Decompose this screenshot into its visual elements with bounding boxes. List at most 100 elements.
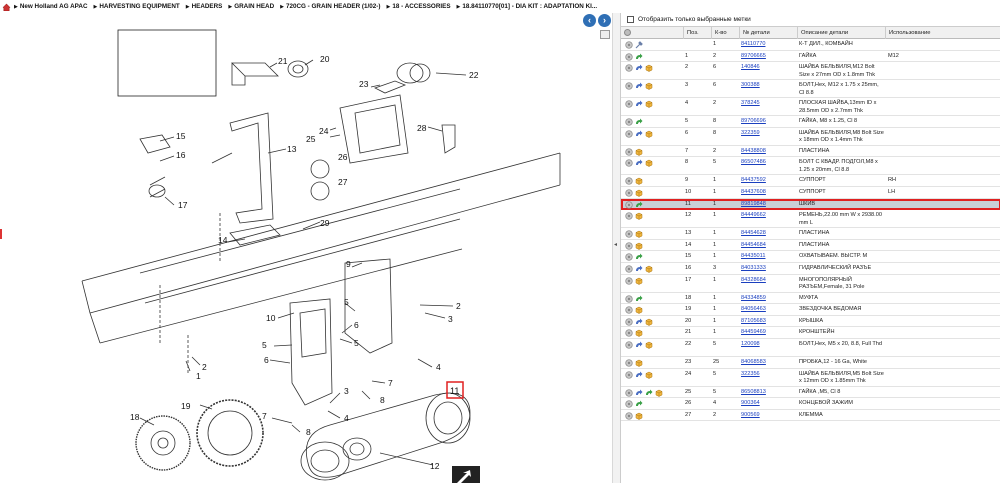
part-number-link[interactable]: 84454684 — [741, 242, 797, 250]
collapse-pane-icon[interactable]: ◂ — [614, 241, 619, 249]
part-number-link[interactable]: 86507486 — [741, 159, 797, 167]
info-icon[interactable] — [625, 400, 633, 408]
breadcrumb-item[interactable]: HARVESTING EQUIPMENT — [94, 3, 180, 10]
table-row[interactable]: 17 1 84328684 МНОГОПОЛЯРНЫЙ РАЗЪЕМ,Female, … — [621, 275, 1000, 293]
package-icon[interactable] — [645, 82, 653, 90]
col-use[interactable]: Использование — [885, 27, 1000, 39]
package-icon[interactable] — [645, 64, 653, 72]
table-row[interactable]: 25 5 86508813 ГАЙКА ,M5, Cl 8 — [621, 387, 1000, 399]
package-icon[interactable] — [635, 329, 643, 338]
info-icon[interactable] — [625, 318, 633, 326]
replace-arrow-icon[interactable] — [635, 118, 643, 126]
replace-arrow-icon[interactable] — [635, 201, 643, 209]
link-arrow-icon[interactable] — [635, 318, 643, 326]
parts-diagram-pane[interactable]: 21 20 23 22 13 24 25 28 26 27 29 14 15 16 17 9 10 2 … — [0, 13, 612, 485]
link-arrow-icon[interactable] — [635, 159, 643, 167]
info-icon[interactable] — [625, 388, 633, 397]
info-icon[interactable] — [625, 329, 633, 337]
replace-arrow-icon[interactable] — [635, 400, 643, 408]
breadcrumb-item[interactable]: HEADERS — [186, 3, 223, 10]
replace-arrow-icon[interactable] — [645, 389, 653, 397]
col-pos[interactable]: Поз. — [683, 27, 711, 39]
info-icon[interactable] — [625, 242, 633, 250]
replace-arrow-icon[interactable] — [635, 295, 643, 303]
info-icon[interactable] — [625, 159, 633, 168]
link-arrow-icon[interactable] — [635, 371, 643, 379]
part-number-link[interactable]: 84459469 — [741, 329, 797, 337]
link-arrow-icon[interactable] — [635, 82, 643, 90]
part-number-link[interactable]: 89706665 — [741, 53, 797, 61]
part-number-link[interactable]: 87105683 — [741, 318, 797, 326]
info-icon[interactable] — [625, 212, 633, 220]
package-icon[interactable] — [645, 341, 653, 349]
package-icon[interactable] — [645, 371, 653, 379]
part-number-link[interactable]: 89819848 — [741, 201, 797, 209]
table-row[interactable]: 13 1 84454628 ПЛАСТИНА — [621, 228, 1000, 240]
link-arrow-icon[interactable] — [635, 341, 643, 349]
link-arrow-icon[interactable] — [635, 100, 643, 108]
info-icon[interactable] — [625, 52, 633, 61]
package-icon[interactable] — [655, 389, 663, 397]
table-row[interactable]: 19 1 84056463 ЗВЕЗДОЧКА ВЕДОМАЯ — [621, 304, 1000, 316]
info-icon[interactable] — [625, 276, 633, 285]
table-row[interactable]: 14 1 84454684 ПЛАСТИНА — [621, 240, 1000, 252]
table-row-selected[interactable]: 11 1 89819848 ШКИВ — [621, 198, 1000, 211]
info-icon[interactable] — [625, 41, 633, 49]
part-number-link[interactable]: 140846 — [741, 64, 797, 72]
breadcrumb-item[interactable]: New Holland AG APAC — [14, 3, 88, 10]
next-page-button[interactable]: › — [598, 14, 611, 27]
col-part[interactable]: № детали — [739, 27, 797, 39]
col-desc[interactable]: Описание детали — [797, 27, 885, 39]
part-number-link[interactable]: 84328684 — [741, 277, 797, 285]
part-number-link[interactable]: 378245 — [741, 100, 797, 108]
info-icon[interactable] — [625, 100, 633, 108]
package-icon[interactable] — [645, 130, 653, 138]
table-row[interactable]: 5 8 89706696 ГАЙКА, M8 x 1.25, Cl 8 — [621, 116, 1000, 128]
link-arrow-icon[interactable] — [635, 389, 643, 397]
part-number-link[interactable]: 84437592 — [741, 177, 797, 185]
package-icon[interactable] — [635, 277, 643, 285]
part-number-link[interactable]: 84068583 — [741, 359, 797, 367]
table-row[interactable]: 20 1 87105683 КРЫШКА — [621, 316, 1000, 328]
table-row[interactable]: 1 84110770 К-Т ДИЛ., КОМБАЙН — [621, 39, 1000, 51]
info-icon[interactable] — [625, 265, 633, 273]
part-number-link[interactable]: 900569 — [741, 412, 797, 420]
col-qty[interactable]: К-во — [711, 27, 739, 39]
info-icon[interactable] — [625, 306, 633, 314]
info-icon[interactable] — [625, 130, 633, 138]
info-icon[interactable] — [625, 148, 633, 156]
package-icon[interactable] — [645, 159, 653, 168]
info-icon[interactable] — [625, 253, 633, 261]
info-icon[interactable] — [625, 177, 633, 186]
part-number-link[interactable]: 322359 — [741, 130, 797, 138]
package-icon[interactable] — [635, 212, 643, 220]
info-icon[interactable] — [625, 341, 633, 349]
part-number-link[interactable]: 89706696 — [741, 118, 797, 126]
package-icon[interactable] — [635, 177, 643, 186]
package-icon[interactable] — [635, 230, 643, 238]
table-row[interactable]: 22 5 120098 БОЛТ,Hex, M5 x 20, 8.8, Full Th… — [621, 339, 1000, 357]
link-arrow-icon[interactable] — [635, 64, 643, 72]
table-row[interactable]: 24 5 322356 ШАЙБА БЕЛЬВИЛЯ,M5 Bolt Size x 1… — [621, 369, 1000, 387]
prev-page-button[interactable]: ‹ — [583, 14, 596, 27]
part-number-link[interactable]: 84437608 — [741, 189, 797, 197]
package-icon[interactable] — [635, 148, 643, 156]
package-icon[interactable] — [635, 359, 643, 367]
part-number-link[interactable]: 86508813 — [741, 389, 797, 397]
table-row[interactable]: 3 6 300388 БОЛТ,Hex, M12 x 1.75 x 25mm, Cl … — [621, 80, 1000, 99]
part-number-link[interactable]: 84449662 — [741, 212, 797, 220]
table-row[interactable]: 10 1 84437608 СУППОРТ LH — [621, 187, 1000, 199]
table-row[interactable]: 15 1 84435011 ОХВАТЫВАЕМ. ВЫСТР. М — [621, 251, 1000, 263]
table-row[interactable]: 1 2 89706665 ГАЙКА M12 — [621, 51, 1000, 63]
table-row[interactable]: 23 25 84068583 ПРОБКА,12 - 16 Ga, White — [621, 357, 1000, 369]
replace-arrow-icon[interactable] — [635, 53, 643, 61]
info-icon[interactable] — [625, 359, 633, 367]
part-number-link[interactable]: 84110770 — [741, 41, 797, 49]
breadcrumb-item[interactable]: 18.84110770[01] - DIA KIT : ADAPTATION K… — [457, 3, 598, 10]
show-selected-checkbox[interactable] — [627, 16, 634, 23]
exploded-parts-diagram[interactable]: 21 2023 221324 252826 272914 151617 9102 … — [0, 13, 612, 485]
breadcrumb-item[interactable]: GRAIN HEAD — [228, 3, 274, 10]
info-icon[interactable] — [625, 230, 633, 238]
part-number-link[interactable]: 84438808 — [741, 148, 797, 156]
part-number-link[interactable]: 84031333 — [741, 265, 797, 273]
